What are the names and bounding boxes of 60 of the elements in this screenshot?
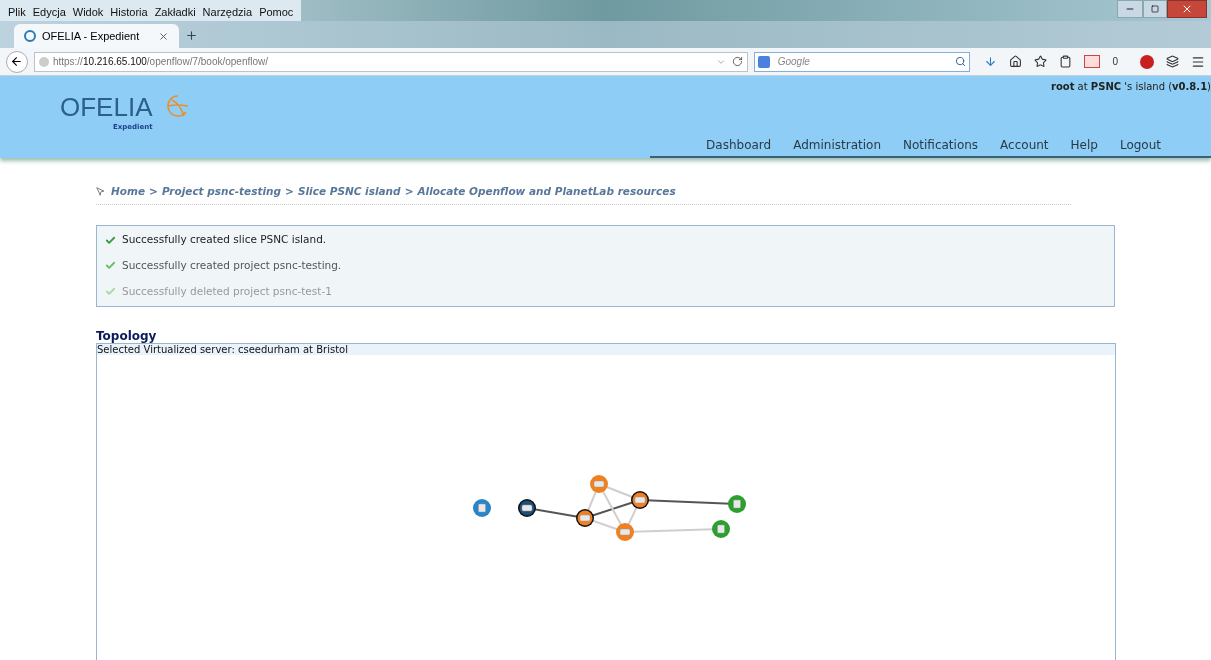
- search-icon[interactable]: [955, 56, 967, 67]
- user-info: root at PSNC 's island (v0.8.1): [1050, 80, 1211, 94]
- download-icon[interactable]: [984, 55, 998, 68]
- nav-link[interactable]: Account: [1000, 136, 1049, 154]
- nav-link[interactable]: Notifications: [903, 136, 979, 154]
- status-text: Selected Virtualized server: cseedurham at Bristol: [97, 343, 1115, 355]
- switch-node[interactable]: [590, 474, 608, 493]
- close-icon: [1181, 3, 1193, 15]
- switch-node[interactable]: [631, 490, 649, 509]
- close-tab-icon[interactable]: [158, 30, 169, 42]
- location-icon: [96, 187, 105, 197]
- breadcrumb-link[interactable]: Allocate Openflow and PlanetLab resources: [417, 184, 676, 200]
- search-field[interactable]: Google: [777, 54, 956, 69]
- breadcrumb-separator: >: [285, 184, 294, 199]
- address-field[interactable]: https://10.216.65.100/openflow/7/book/openflow/: [33, 51, 748, 72]
- url-text: https://10.216.65.100/openflow/7/book/openflow/: [52, 55, 270, 69]
- home-icon[interactable]: [1009, 55, 1023, 68]
- breadcrumb-separator: >: [149, 184, 158, 199]
- menu-item[interactable]: Zakładki: [154, 4, 196, 21]
- switch-node[interactable]: [576, 508, 594, 527]
- back-button[interactable]: [6, 50, 28, 73]
- menu-item[interactable]: Pomoc: [259, 4, 294, 21]
- switch-node[interactable]: [616, 522, 634, 541]
- menu-item[interactable]: Narzędzia: [202, 4, 253, 21]
- back-arrow-icon: [10, 55, 24, 68]
- layers-icon[interactable]: [1166, 55, 1179, 68]
- breadcrumb-link[interactable]: Project psnc-testing: [161, 184, 282, 200]
- clipboard-icon[interactable]: [1059, 55, 1073, 68]
- server-node[interactable]: [712, 519, 730, 538]
- close-button[interactable]: [1167, 0, 1207, 18]
- message-text: Successfully created project psnc-testing.: [122, 257, 342, 273]
- breadcrumb-link[interactable]: Slice PSNC island: [297, 184, 401, 200]
- menu-item[interactable]: Widok: [72, 4, 104, 21]
- counter: 0: [1112, 55, 1118, 69]
- search-box[interactable]: Google: [753, 51, 971, 72]
- nav-link[interactable]: Dashboard: [706, 136, 772, 154]
- nav-link[interactable]: Help: [1070, 136, 1098, 154]
- section-title: Topology: [96, 328, 158, 343]
- logo-text: OFELIA: [60, 92, 153, 122]
- server-node[interactable]: [473, 498, 491, 517]
- browser-tab[interactable]: OFELIA - Expedient: [14, 24, 179, 48]
- server-node[interactable]: [728, 494, 746, 513]
- nav-link[interactable]: Administration: [793, 136, 881, 154]
- message-text: Successfully deleted project psnc-test-1: [122, 283, 332, 299]
- menu-item[interactable]: Plik: [8, 4, 26, 21]
- maximize-icon: [1151, 5, 1159, 13]
- new-tab-icon[interactable]: [185, 29, 198, 42]
- breadcrumb-separator: >: [404, 184, 414, 199]
- menu-item[interactable]: Historia: [110, 4, 148, 21]
- star-icon[interactable]: [1034, 55, 1048, 68]
- minimize-button[interactable]: [1117, 0, 1143, 18]
- nav-link[interactable]: Logout: [1119, 136, 1161, 154]
- breadcrumb-link[interactable]: Home: [111, 184, 146, 200]
- menu-icon[interactable]: [1191, 54, 1205, 69]
- menu-item[interactable]: Edycja: [32, 4, 66, 21]
- reload-icon[interactable]: [731, 56, 743, 67]
- message-text: Successfully created slice PSNC island.: [122, 232, 327, 248]
- logo-globe-icon: [164, 94, 191, 118]
- switch-node[interactable]: [518, 498, 536, 517]
- tab-title: OFELIA - Expedient: [42, 28, 141, 44]
